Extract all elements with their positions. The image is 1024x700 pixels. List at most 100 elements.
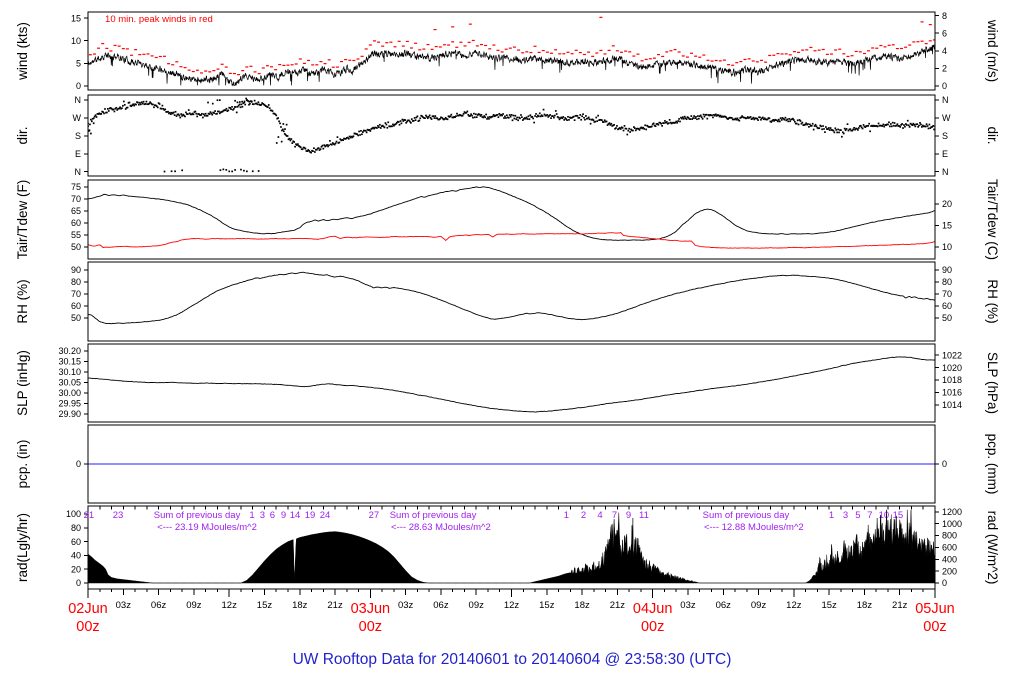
svg-text:05Jun: 05Jun [915,601,955,617]
svg-text:29.90: 29.90 [58,409,81,419]
rad-sum-counter: 3 [260,510,265,521]
svg-text:40: 40 [71,551,81,561]
svg-text:15: 15 [71,13,81,23]
rad-sum-label: Sum of previous day [390,510,477,521]
rad-sum-counter: 14 [290,510,301,521]
rad-sum-counter: 2 [581,510,586,521]
panel-pcp: 00pcp. (in)pcp. (mm) [15,425,1000,503]
svg-text:0: 0 [76,578,81,588]
svg-text:06z: 06z [433,600,449,611]
svg-text:1000: 1000 [942,519,962,529]
svg-text:03Jun: 03Jun [351,601,391,617]
dewpoint-temperature-series [88,233,935,249]
svg-text:400: 400 [942,554,957,564]
svg-text:15z: 15z [539,600,555,611]
svg-text:09z: 09z [186,600,202,611]
svg-text:55: 55 [71,230,81,240]
svg-text:03z: 03z [116,600,132,611]
svg-text:70: 70 [71,194,81,204]
panel-wind: 05101502468wind (kts)wind (m/s)10 min. p… [15,11,1000,91]
svg-text:N: N [75,167,82,177]
svg-text:1014: 1014 [942,400,962,410]
svg-text:30.05: 30.05 [58,378,81,388]
svg-text:90: 90 [71,265,81,275]
rad-sum-counter: 3 [843,510,848,521]
meteogram-figure: UW Rooftop Data for 20140601 to 20140604… [0,0,1024,700]
svg-text:80: 80 [942,277,952,287]
rad-sum-label: Sum of previous day [703,510,790,521]
svg-text:65: 65 [71,206,81,216]
svg-text:18z: 18z [292,600,308,611]
axis-label-left-slp: SLP (inHg) [15,350,30,416]
svg-text:0: 0 [942,578,947,588]
air-temperature-series [88,187,935,241]
svg-text:1018: 1018 [942,375,962,385]
svg-text:30.10: 30.10 [58,367,81,377]
svg-text:200: 200 [942,566,957,576]
svg-text:03z: 03z [680,600,696,611]
svg-text:20: 20 [71,564,81,574]
svg-text:50: 50 [71,242,81,252]
svg-text:100: 100 [66,509,81,519]
svg-text:0: 0 [942,459,947,469]
wind-direction-series [87,98,936,173]
svg-text:2: 2 [942,64,947,74]
axis-label-right-rad: rad (W/m^2) [985,511,1000,585]
svg-text:S: S [75,131,81,141]
svg-text:03z: 03z [398,600,414,611]
svg-text:02Jun: 02Jun [68,601,108,617]
panel-rad: 020406080100020040060080010001200rad(Lgl… [15,506,1000,589]
svg-text:18z: 18z [574,600,590,611]
svg-text:S: S [942,131,948,141]
sea-level-pressure-series [88,357,935,412]
svg-text:5: 5 [76,59,81,69]
svg-text:12z: 12z [786,600,802,611]
svg-text:800: 800 [942,531,957,541]
axis-label-right-wind: wind (m/s) [985,19,1000,82]
svg-text:70: 70 [71,289,81,299]
svg-text:30.00: 30.00 [58,388,81,398]
rad-sum-label: Sum of previous day [154,510,241,521]
axis-label-left-rh: RH (%) [15,279,30,323]
svg-text:12z: 12z [504,600,520,611]
svg-text:W: W [942,113,951,123]
svg-text:20: 20 [942,199,952,209]
axis-label-right-slp: SLP (hPa) [985,352,1000,414]
rad-sum-value: <--- 28.63 MJoules/m^2 [391,522,491,533]
svg-text:E: E [75,149,81,159]
svg-text:29.95: 29.95 [58,399,81,409]
svg-text:21z: 21z [327,600,343,611]
rad-sum-value: <--- 12.88 MJoules/m^2 [704,522,804,533]
axis-label-left-pcp: pcp. (in) [15,440,30,489]
svg-text:80: 80 [71,277,81,287]
svg-text:30.20: 30.20 [58,346,81,356]
rad-sum-counter: 23 [113,510,124,521]
rad-sum-counter: 11 [639,510,649,521]
panel-temp: 505560657075101520Tair/Tdew (F)Tair/Tdew… [15,179,1000,260]
axis-label-left-rad: rad(Lgly/hr) [15,513,30,582]
svg-text:0: 0 [942,81,947,91]
svg-text:21z: 21z [610,600,626,611]
rad-sum-counter: 1 [249,510,254,521]
svg-text:N: N [942,95,949,105]
svg-text:50: 50 [71,313,81,323]
svg-text:60: 60 [71,537,81,547]
axis-label-left-temp: Tair/Tdew (F) [15,180,30,260]
svg-text:N: N [75,95,82,105]
svg-text:8: 8 [942,11,947,21]
panel-rh: 50607080905060708090RH (%)RH (%) [15,262,1000,341]
axis-label-right-rh: RH (%) [985,279,1000,323]
svg-text:60: 60 [71,301,81,311]
rad-sum-counter: 7 [612,510,617,521]
rad-sum-counter: 21 [84,510,95,521]
rad-sum-counter: 1 [829,510,834,521]
svg-text:09z: 09z [751,600,767,611]
rad-sum-counter: 1 [564,510,569,521]
svg-text:50: 50 [942,313,952,323]
axis-label-right-dir: dir. [985,126,1000,144]
svg-text:E: E [942,149,948,159]
meteogram-chart: UW Rooftop Data for 20140601 to 20140604… [0,0,1024,700]
svg-text:30.15: 30.15 [58,357,81,367]
svg-text:0: 0 [76,459,81,469]
svg-text:1016: 1016 [942,388,962,398]
